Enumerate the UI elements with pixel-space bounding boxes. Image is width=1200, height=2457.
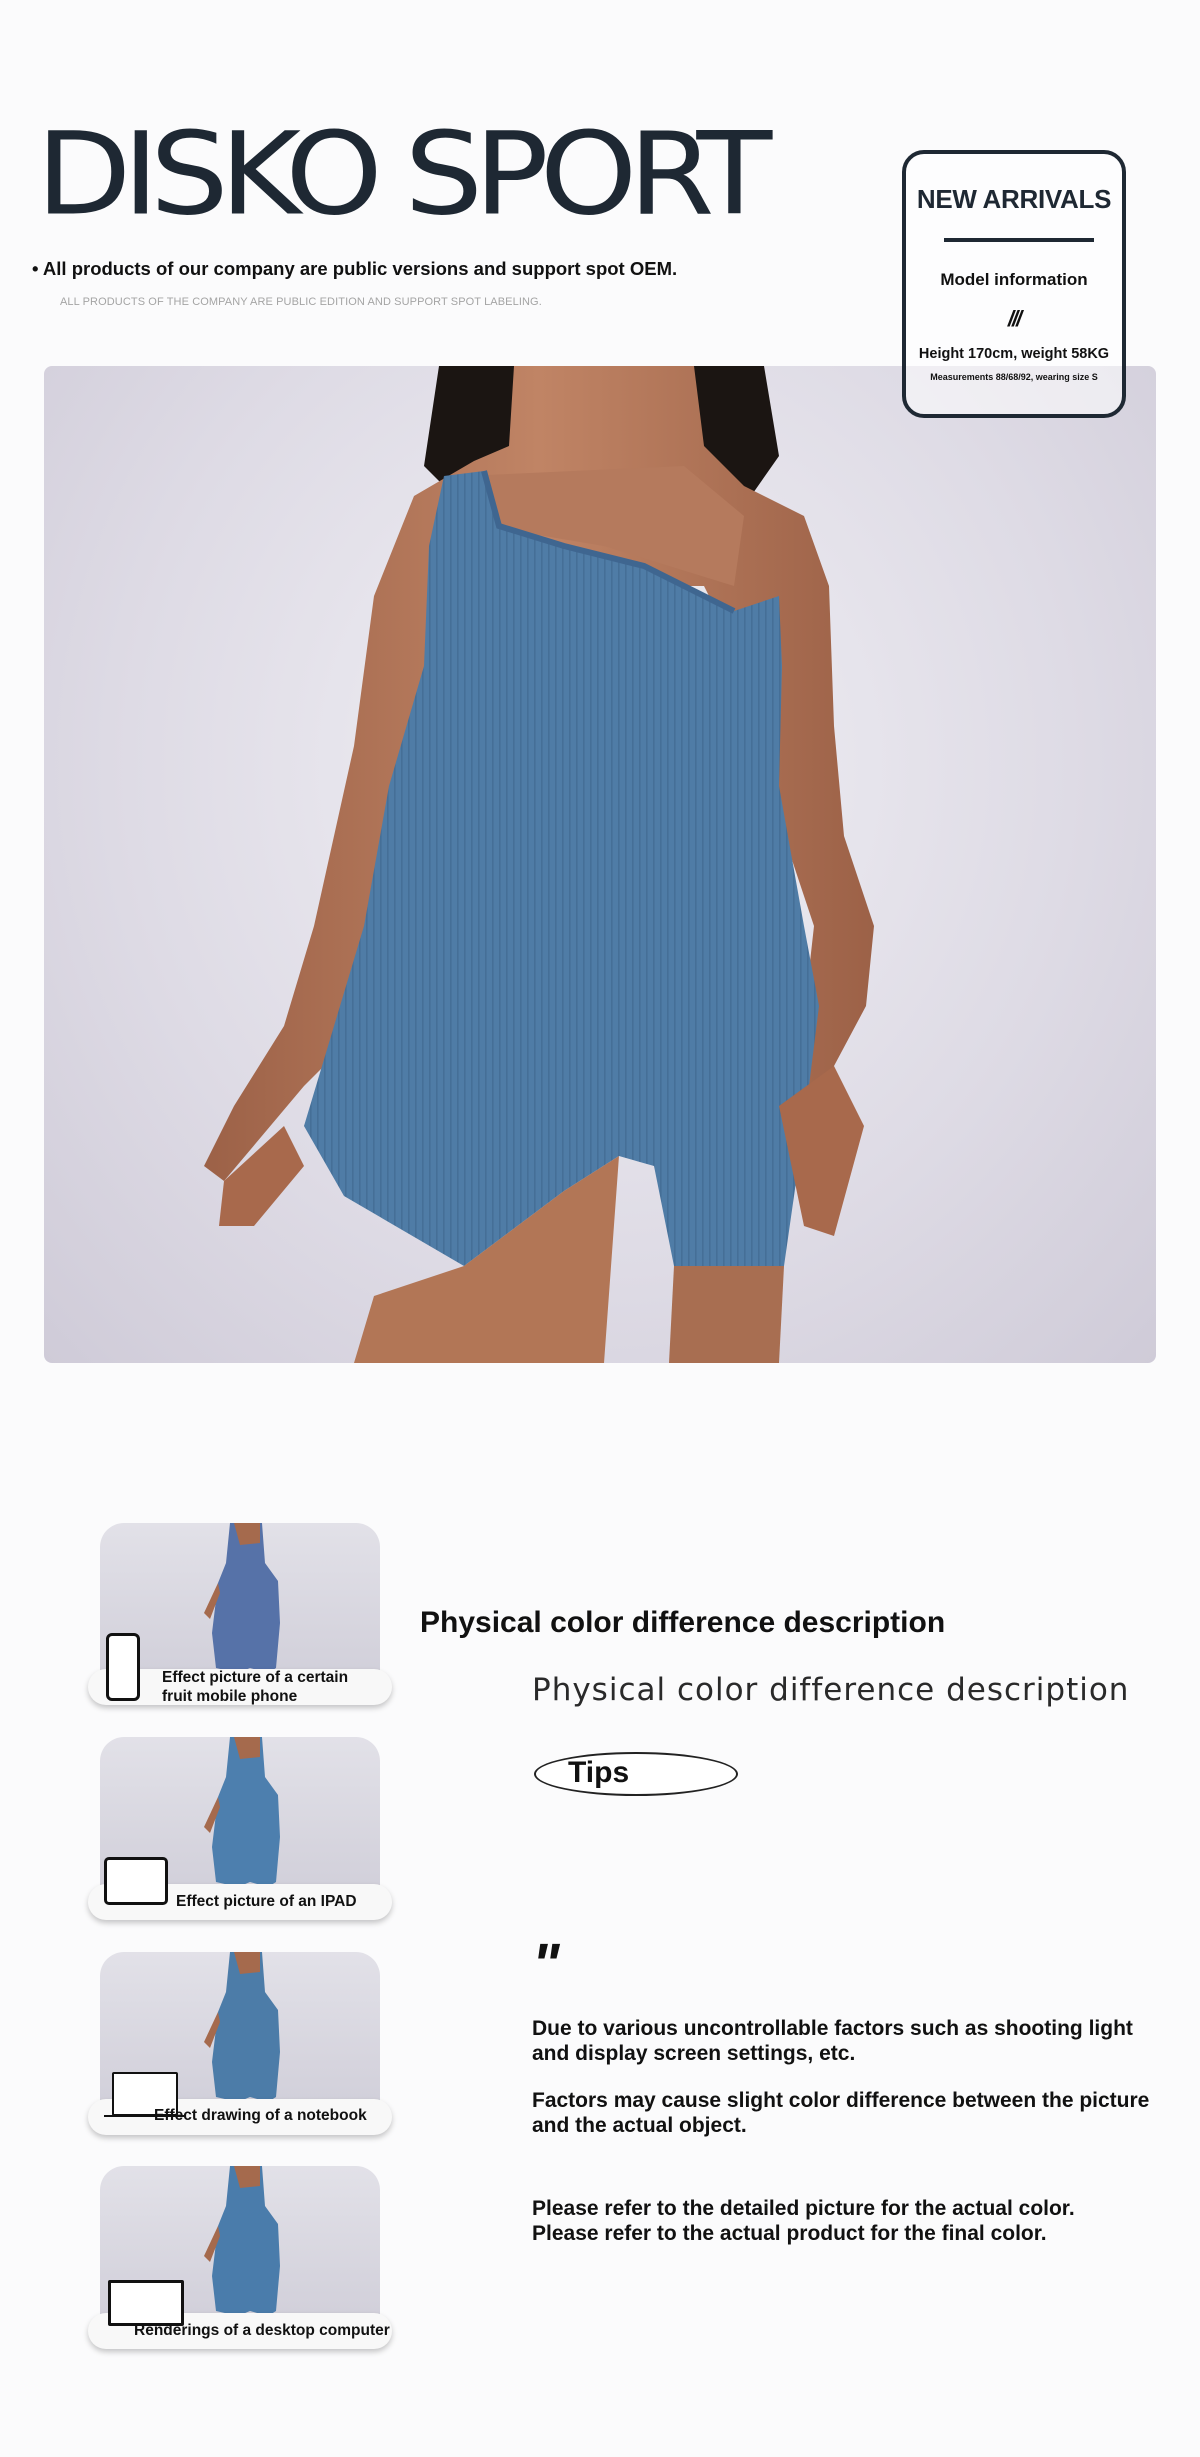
phone-icon [106, 1633, 140, 1701]
caption-desktop: Renderings of a desktop computer [134, 2322, 390, 2339]
note-line: Factors may cause slight color differenc… [532, 2089, 1150, 2112]
caption-line: fruit mobile phone [162, 1688, 298, 1705]
note-line: Please refer to the detailed picture for… [532, 2197, 1075, 2220]
labeling-note: ALL PRODUCTS OF THE COMPANY ARE PUBLIC E… [60, 296, 542, 308]
note-line: Due to various uncontrollable factors su… [532, 2017, 1133, 2040]
hero-product-image [44, 366, 1156, 1363]
brand-title: DISKO SPORT [36, 108, 772, 242]
note-line: Please refer to the actual product for t… [532, 2222, 1047, 2245]
note-shooting-factors: Due to various uncontrollable factors su… [532, 2016, 1172, 2066]
model-info-label: Model information [940, 270, 1088, 289]
note-color-difference: Factors may cause slight color differenc… [532, 2088, 1172, 2138]
caption-ipad: Effect picture of an IPAD [176, 1893, 357, 1910]
oem-statement: • All products of our company are public… [32, 258, 678, 279]
tablet-icon [104, 1857, 168, 1905]
card-divider [944, 238, 1094, 242]
monitor-icon [108, 2280, 184, 2326]
tips-badge: Tips [534, 1752, 738, 1796]
model-height-weight: Height 170cm, weight 58KG [918, 346, 1110, 362]
new-arrivals-title: NEW ARRIVALS [916, 184, 1112, 214]
note-line: and display screen settings, etc. [532, 2042, 856, 2065]
color-difference-subtitle: Physical color difference description [532, 1672, 1130, 1708]
model-measurements: Measurements 88/68/92, wearing size S [930, 372, 1098, 382]
note-refer-actual: Please refer to the detailed picture for… [532, 2196, 1172, 2246]
quote-icon: " [532, 1932, 560, 1997]
note-line: and the actual object. [532, 2114, 747, 2137]
model-jumpsuit-illustration [204, 366, 874, 1363]
model-info-card: NEW ARRIVALS Model information /// Heigh… [902, 150, 1126, 418]
slash-mark: /// [1007, 306, 1022, 331]
tips-label: Tips [568, 1756, 630, 1789]
caption-notebook: Effect drawing of a notebook [154, 2107, 367, 2124]
color-difference-title: Physical color difference description [420, 1606, 946, 1639]
caption-phone: Effect picture of a certain fruit mobile… [162, 1668, 348, 1706]
caption-line: Effect picture of a certain [162, 1669, 349, 1686]
